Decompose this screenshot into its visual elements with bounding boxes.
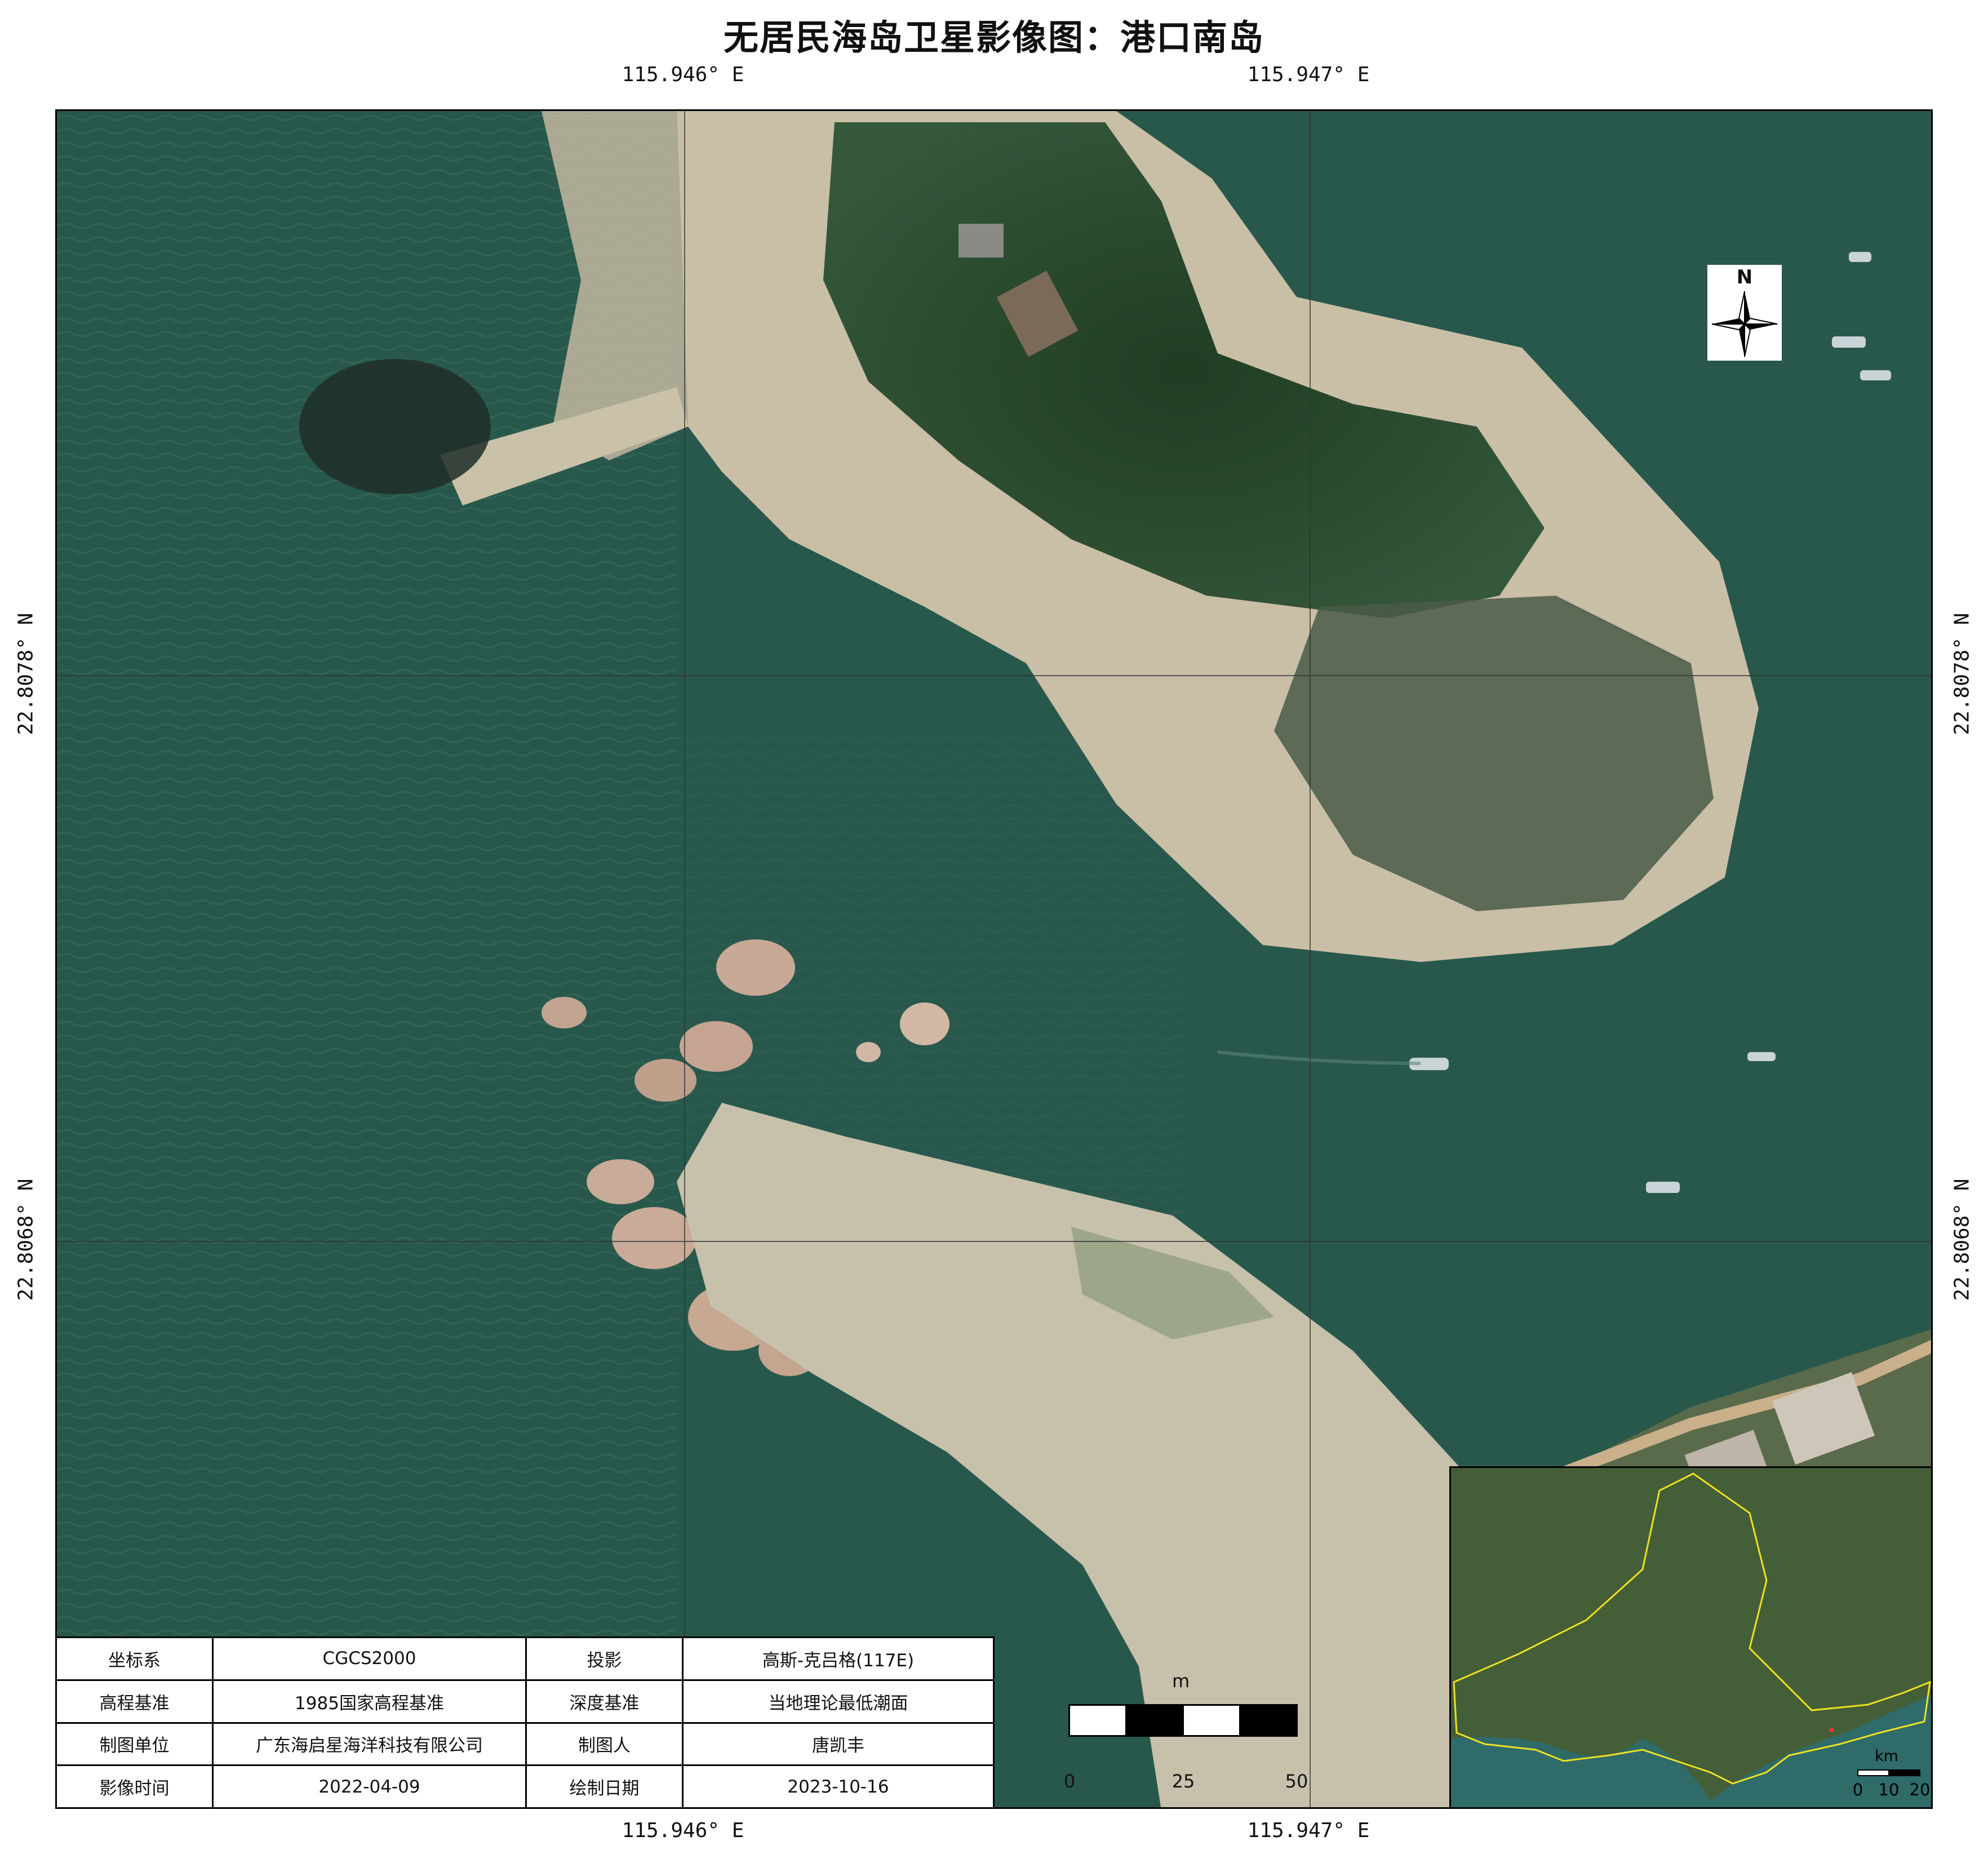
table-row: 制图单位 广东海启星海洋科技有限公司 制图人 唐凯丰 <box>55 1722 995 1767</box>
elevation-datum-value: 1985国家高程基准 <box>212 1679 527 1724</box>
latitude-label-right-lower: 22.8068° N <box>1950 1178 1974 1301</box>
inset-scale-tick-0: 0 <box>1852 1780 1863 1799</box>
scale-tick-50: 50 <box>1285 1771 1308 1792</box>
draw-date-label: 绘制日期 <box>525 1764 684 1809</box>
latitude-label-left-upper: 22.8078° N <box>14 613 38 735</box>
inset-scale-tick-10: 10 <box>1878 1780 1900 1799</box>
north-arrow-label: N <box>1736 266 1753 289</box>
mapping-unit-label: 制图单位 <box>55 1722 214 1767</box>
projection-label: 投影 <box>525 1636 684 1681</box>
table-row: 高程基准 1985国家高程基准 深度基准 当地理论最低潮面 <box>55 1679 995 1724</box>
elevation-datum-label: 高程基准 <box>55 1679 214 1724</box>
table-row: 坐标系 CGCS2000 投影 高斯-克吕格(117E) <box>55 1636 995 1681</box>
map-info-table: 坐标系 CGCS2000 投影 高斯-克吕格(117E) 高程基准 1985国家… <box>55 1636 995 1809</box>
submerged-reef <box>299 359 491 494</box>
mapping-unit-value: 广东海启星海洋科技有限公司 <box>212 1722 527 1767</box>
depth-datum-label: 深度基准 <box>525 1679 684 1724</box>
coord-system-label: 坐标系 <box>55 1636 214 1681</box>
north-arrow: N <box>1707 265 1782 361</box>
inset-overview-map[interactable]: km 0 10 20 <box>1449 1466 1933 1809</box>
inset-scale-unit: km <box>1875 1747 1898 1765</box>
inset-scale-tick-20: 20 <box>1909 1780 1931 1799</box>
longitude-label-top-left: 115.946° E <box>622 63 744 86</box>
inset-location-marker <box>1829 1728 1834 1732</box>
table-row: 影像时间 2022-04-09 绘制日期 2023-10-16 <box>55 1764 995 1809</box>
image-date-value: 2022-04-09 <box>212 1764 527 1809</box>
scale-segment <box>1182 1704 1241 1737</box>
latitude-label-right-upper: 22.8078° N <box>1950 613 1974 735</box>
scale-tick-0: 0 <box>1063 1771 1076 1792</box>
small-building <box>958 224 1004 258</box>
scale-unit: m <box>1172 1670 1190 1692</box>
depth-datum-value: 当地理论最低潮面 <box>682 1679 995 1724</box>
map-title: 无居民海岛卫星影像图：港口南岛 <box>723 17 1264 58</box>
scale-segment <box>1068 1704 1127 1737</box>
scale-tick-25: 25 <box>1172 1771 1195 1792</box>
longitude-label-bottom-right: 115.947° E <box>1247 1819 1370 1842</box>
latitude-label-left-lower: 22.8068° N <box>14 1178 38 1301</box>
longitude-label-bottom-left: 115.946° E <box>622 1819 744 1842</box>
longitude-label-top-right: 115.947° E <box>1247 63 1370 86</box>
scale-segment <box>1125 1704 1184 1737</box>
coord-system-value: CGCS2000 <box>212 1636 527 1681</box>
scale-bar: m 0 25 50 <box>1059 1670 1308 1794</box>
projection-value: 高斯-克吕格(117E) <box>682 1636 995 1681</box>
inset-scale-bar: km 0 10 20 <box>1852 1747 1931 1804</box>
cartographer-label: 制图人 <box>525 1722 684 1767</box>
scale-segment <box>1239 1704 1298 1737</box>
draw-date-value: 2023-10-16 <box>682 1764 995 1809</box>
cartographer-value: 唐凯丰 <box>682 1722 995 1767</box>
image-date-label: 影像时间 <box>55 1764 214 1809</box>
